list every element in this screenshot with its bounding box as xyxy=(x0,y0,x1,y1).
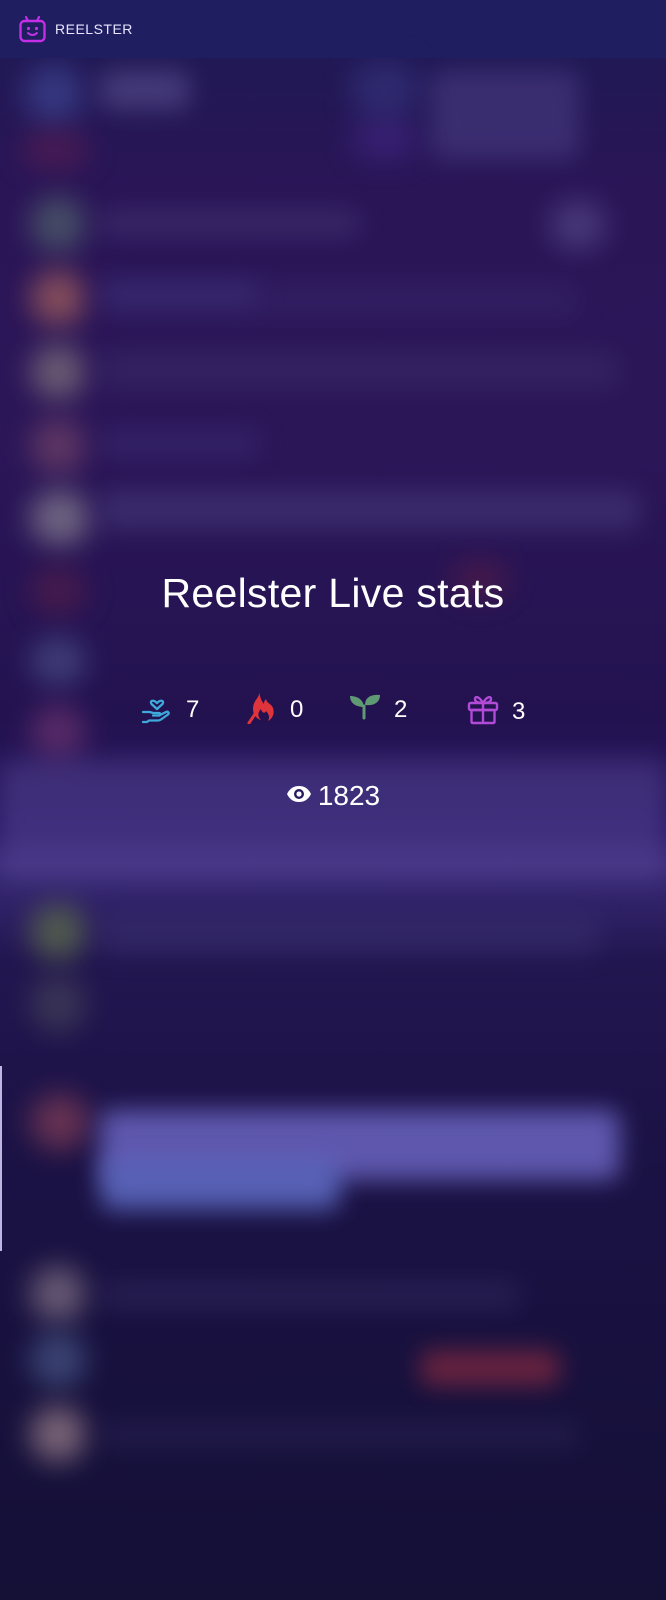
viewers-count-row: 1823 xyxy=(0,780,666,812)
app-header: REELSTER xyxy=(0,0,666,58)
stat-support: 7 xyxy=(140,690,199,729)
gift-icon xyxy=(466,692,500,731)
support-count: 7 xyxy=(186,695,200,723)
stats-row: 7 0 2 3 xyxy=(0,692,666,732)
stats-title: Reelster Live stats xyxy=(161,570,505,616)
growth-count: 2 xyxy=(394,695,408,723)
edge-handle xyxy=(0,1066,2,1251)
viewers-count: 1823 xyxy=(317,780,381,811)
eye-icon xyxy=(286,781,318,812)
stat-growth: 2 xyxy=(348,690,407,729)
stat-hot: 0 xyxy=(244,690,303,729)
app-name: REELSTER xyxy=(55,21,133,37)
hot-count: 0 xyxy=(290,695,304,723)
sprout-icon xyxy=(348,690,382,729)
stat-gifts: 3 xyxy=(466,692,525,731)
robot-logo-icon xyxy=(18,15,47,44)
hand-heart-icon xyxy=(140,690,174,729)
gifts-count: 3 xyxy=(512,697,526,725)
flame-icon xyxy=(244,690,278,729)
